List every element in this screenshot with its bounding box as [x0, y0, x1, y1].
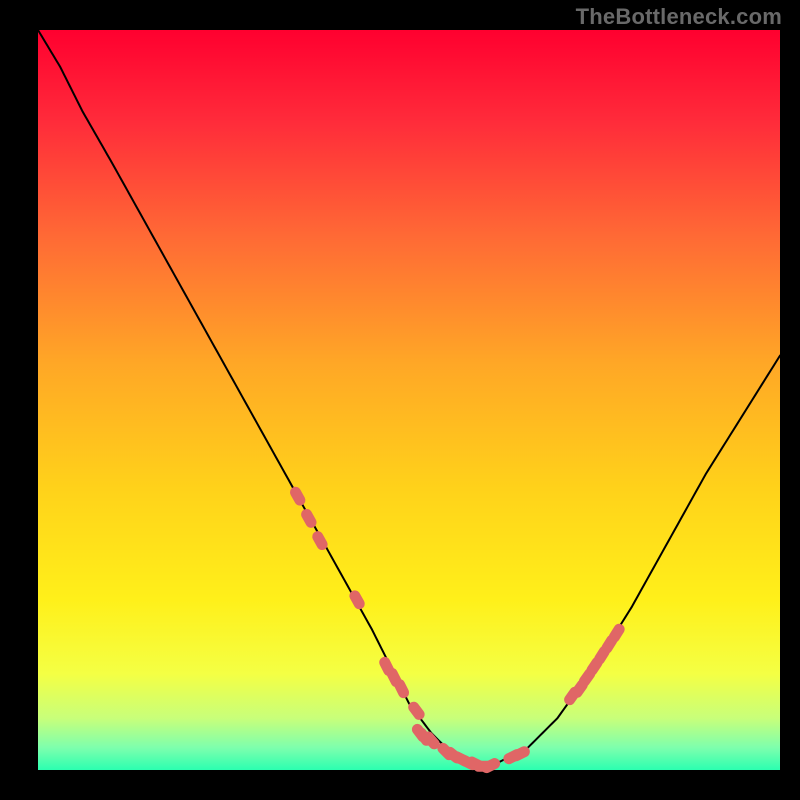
plot-area — [38, 30, 780, 770]
chart-svg — [0, 0, 800, 800]
watermark-text: TheBottleneck.com — [576, 4, 782, 30]
chart-root: TheBottleneck.com — [0, 0, 800, 800]
